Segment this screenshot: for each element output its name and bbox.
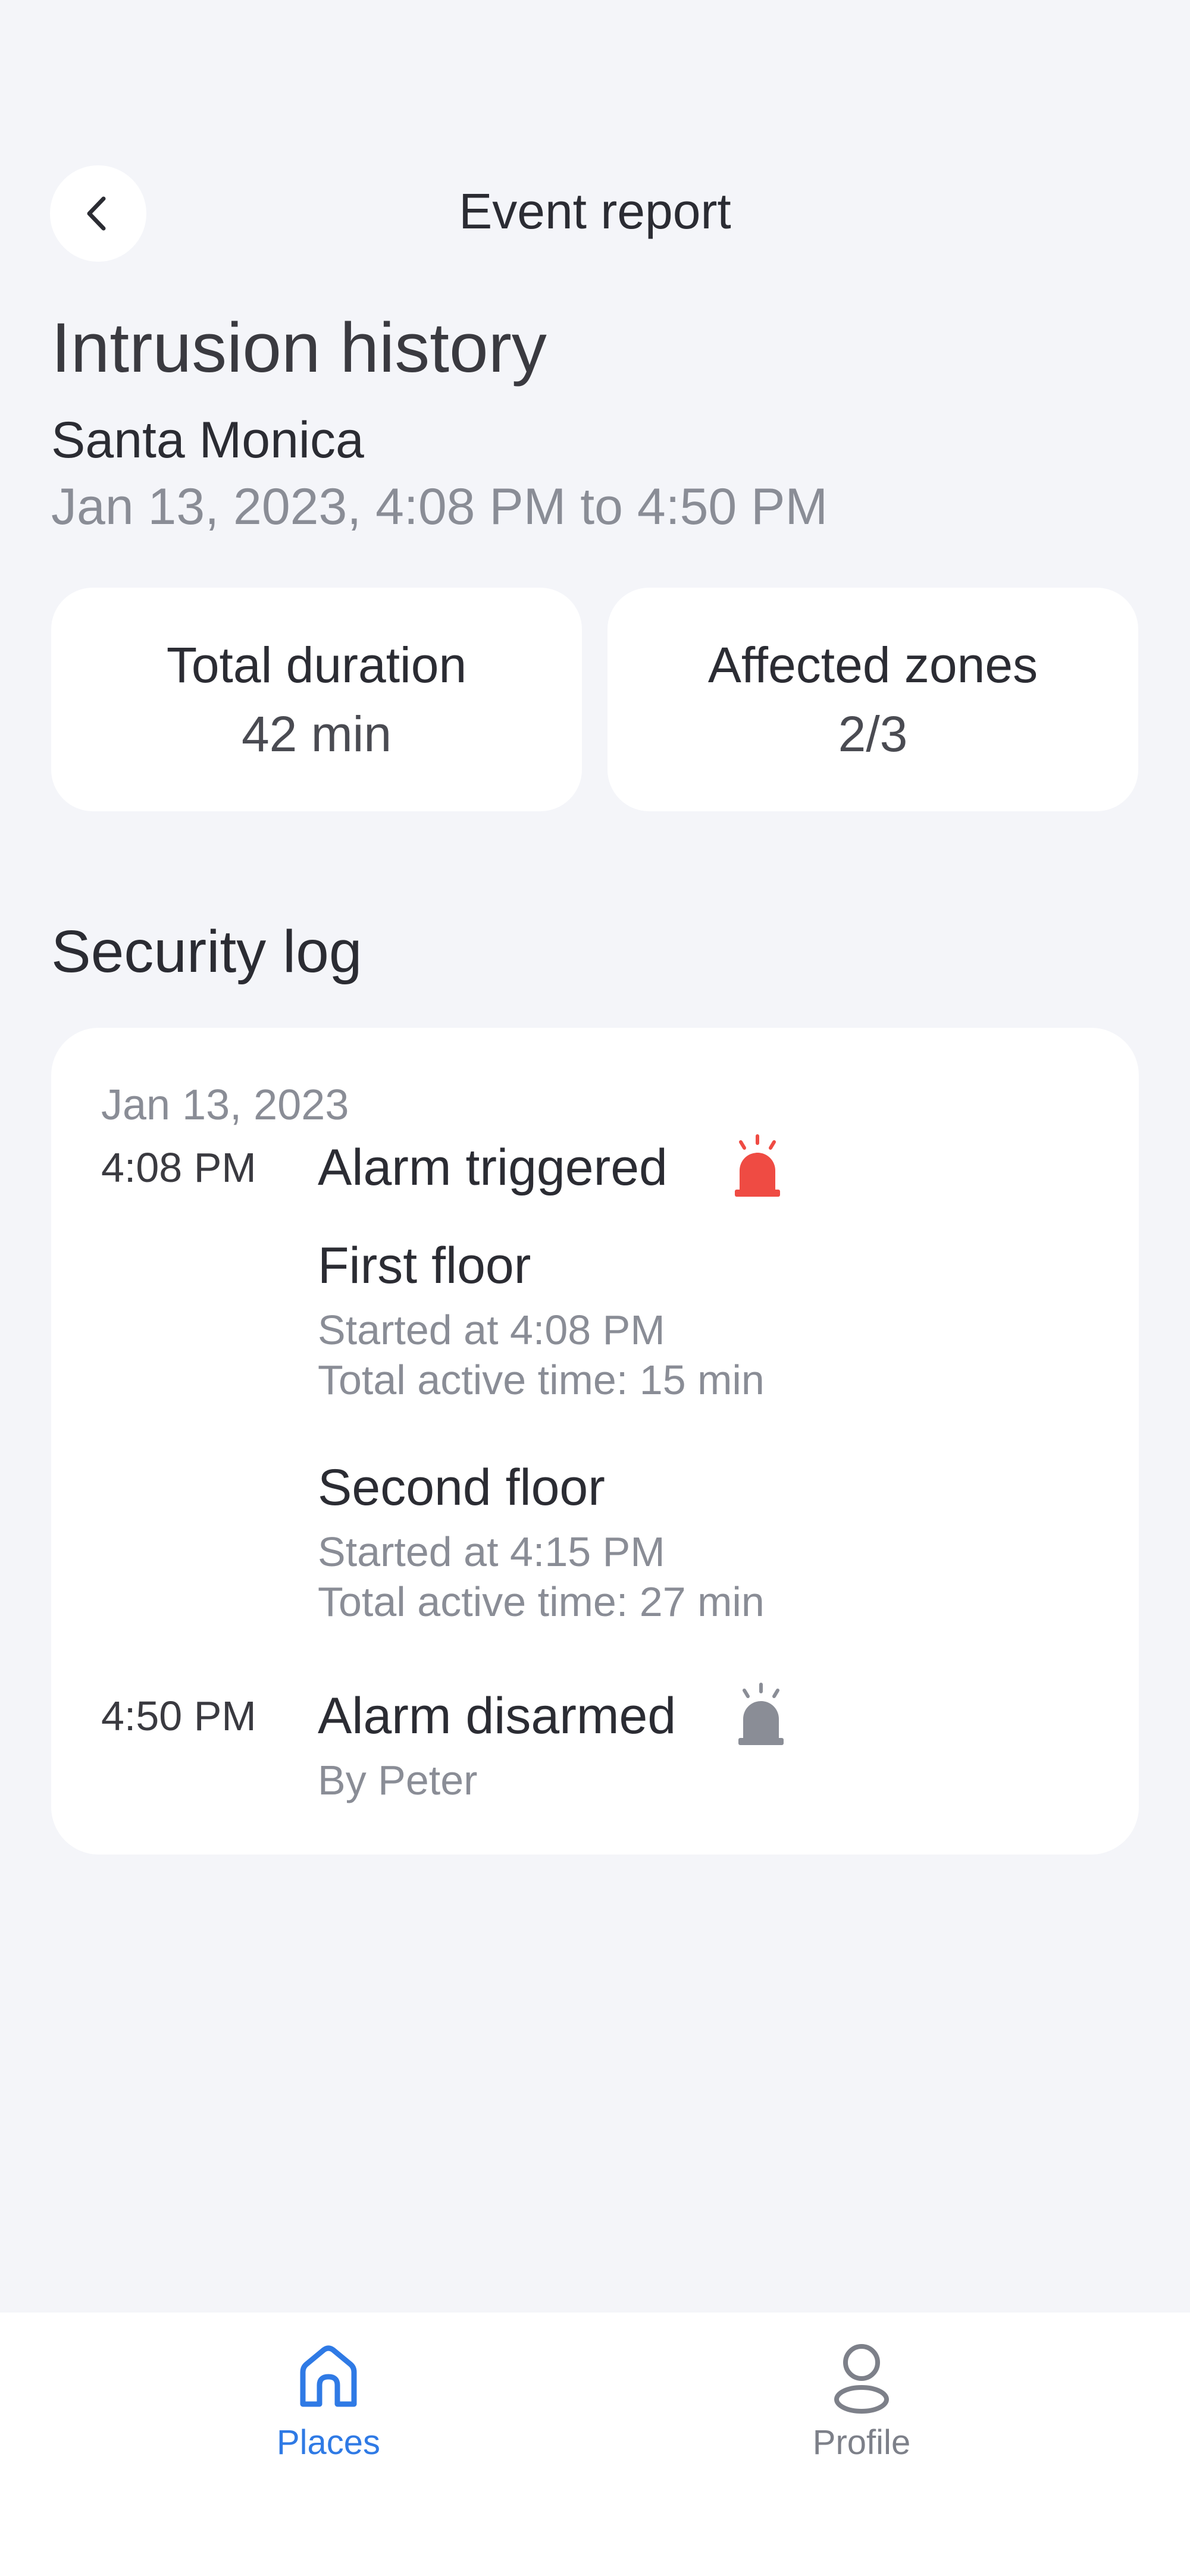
log-date: Jan 13, 2023: [101, 1081, 349, 1129]
nav-item-places[interactable]: Places: [209, 2313, 447, 2491]
home-icon: [300, 2345, 357, 2407]
stat-value: 42 min: [241, 706, 392, 762]
user-icon: [834, 2344, 889, 2414]
nav-item-profile[interactable]: Profile: [743, 2313, 981, 2491]
zone-started: Started at 4:15 PM: [318, 1529, 665, 1575]
siren-icon: [735, 1134, 780, 1197]
security-log-card: Jan 13, 2023 4:08 PM Alarm triggered Fir…: [51, 1028, 1139, 1855]
date-range: Jan 13, 2023, 4:08 PM to 4:50 PM: [51, 478, 828, 535]
zone-active-time: Total active time: 27 min: [318, 1579, 765, 1625]
stat-value: 2/3: [838, 706, 908, 762]
event-title: Alarm triggered: [318, 1139, 668, 1196]
zone-started: Started at 4:08 PM: [318, 1307, 665, 1353]
event-time: 4:50 PM: [101, 1693, 256, 1739]
nav-label: Places: [276, 2423, 381, 2462]
place-name: Santa Monica: [51, 412, 364, 469]
event-subtitle: By Peter: [318, 1757, 478, 1803]
nav-label: Profile: [812, 2423, 911, 2462]
event-title: Alarm disarmed: [318, 1687, 677, 1744]
affected-zones-card: Affected zones 2/3: [607, 588, 1138, 811]
bottom-navigation: Places Profile: [0, 2313, 1190, 2576]
total-duration-card: Total duration 42 min: [51, 588, 582, 811]
stat-label: Affected zones: [707, 637, 1038, 693]
zone-name: Second floor: [318, 1459, 605, 1516]
page-title: Intrusion history: [51, 309, 547, 387]
zone-name: First floor: [318, 1237, 531, 1294]
siren-icon: [738, 1683, 784, 1745]
security-log-title: Security log: [51, 918, 362, 985]
stat-label: Total duration: [166, 637, 467, 693]
event-time: 4:08 PM: [101, 1144, 256, 1191]
header-title: Event report: [459, 183, 731, 239]
zone-active-time: Total active time: 15 min: [318, 1357, 765, 1403]
